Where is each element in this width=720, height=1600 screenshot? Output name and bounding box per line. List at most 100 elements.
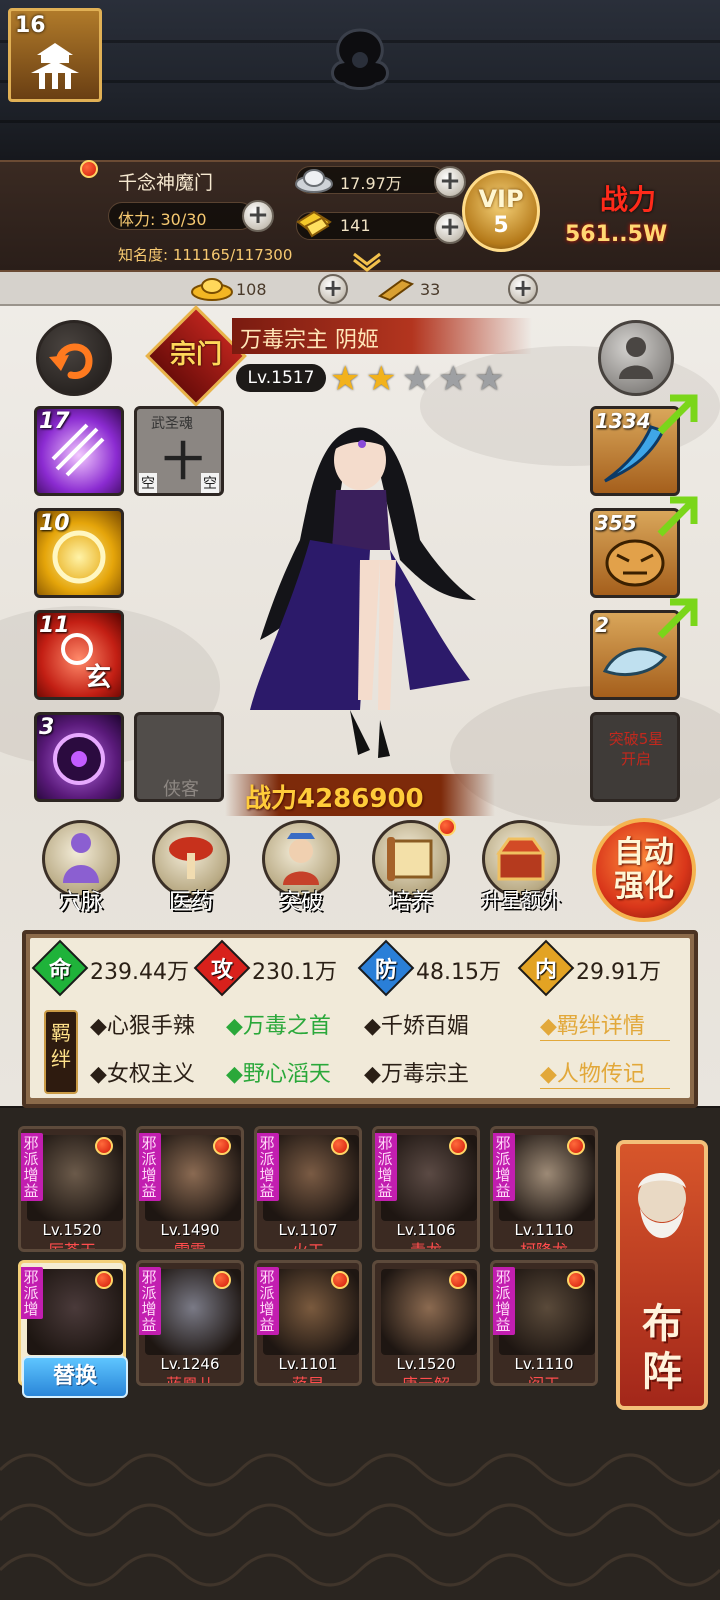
team-hero-card[interactable]: 邪派增益 Lv.1106 青龙 [372, 1126, 480, 1252]
total-power-value: 561..5W [565, 222, 668, 247]
ingot-add-button[interactable]: + [318, 274, 348, 304]
notification-dot [449, 1271, 467, 1289]
hero-level: Lv.1517 [236, 364, 326, 392]
team-hero-card[interactable]: 邪派增益 Lv.1107 火工 [254, 1126, 362, 1252]
skill-slot-3[interactable]: 11 玄 [34, 610, 124, 700]
upgrade-arrow-icon [657, 394, 698, 435]
bond-detail-underline [540, 1040, 670, 1041]
hero-portrait [250, 427, 476, 758]
player-level-badge[interactable]: 16 [8, 8, 102, 102]
skill-slot-4[interactable]: 3 [34, 712, 124, 802]
team-hero-card[interactable]: 邪派增益 Lv.1490 雷震 [136, 1126, 244, 1252]
team-hero-card[interactable]: 邪派增益 Lv.1101 蒋昆 [254, 1260, 362, 1386]
resource-bar [0, 272, 720, 306]
locked-slot-label: 突破5星开启 [608, 730, 664, 768]
team-hero-card[interactable]: 邪派增益 Lv.1520 厉苍天 [18, 1126, 126, 1252]
martial-soul-slot[interactable]: 武圣魂 十 空 空 [134, 406, 224, 496]
hero-card-name: 柯降龙 [519, 1241, 568, 1252]
notification-dot [213, 1271, 231, 1289]
hp-value: 239.44万 [90, 960, 189, 985]
elder-portrait-icon [638, 1173, 686, 1238]
faction-buff-tag: 邪派增益 [21, 1133, 43, 1201]
star-empty-icon: ★ [474, 359, 505, 399]
faction-buff-tag: 邪派增益 [257, 1133, 279, 1201]
cultivate-label: 培养 [388, 890, 433, 915]
bond-detail-link[interactable]: ◆羁绊详情 [540, 1008, 645, 1040]
hero-card-name: 火工 [291, 1241, 324, 1252]
auto-enhance-label: 自动强化 [592, 836, 696, 904]
notification-dot [213, 1137, 231, 1155]
star-extra-label: 升星额外 [481, 888, 561, 912]
deploy-label: 布阵 [616, 1300, 708, 1396]
faction-buff-tag: 邪派增 [21, 1267, 43, 1319]
hero-card-name: 厉苍天 [47, 1241, 96, 1252]
defense-icon-label: 防 [374, 958, 397, 983]
notification-dot [567, 1137, 585, 1155]
star-filled-icon: ★ [330, 359, 361, 399]
notification-dot [95, 1271, 113, 1289]
silver-add-button[interactable]: + [434, 166, 466, 198]
hero-card-name: 蓝凰儿 [165, 1375, 214, 1386]
skill-slot-1[interactable]: 17 [34, 406, 124, 496]
sect-emblem-text: 宗门 [169, 340, 222, 370]
bond-item: ◆千娇百媚 [364, 1014, 469, 1039]
token-add-button[interactable]: + [508, 274, 538, 304]
star-filled-icon: ★ [366, 359, 397, 399]
team-hero-card[interactable]: 邪派增益 Lv.1110 柯降龙 [490, 1126, 598, 1252]
swirl-skill-icon [52, 530, 106, 584]
team-hero-card[interactable]: 邪派增益 Lv.1246 蓝凰儿 [136, 1260, 244, 1386]
roof-banner [0, 0, 720, 160]
silver-ingot-icon [295, 169, 333, 193]
pagoda-icon [31, 43, 79, 89]
faction-buff-tag: 邪派增益 [257, 1267, 279, 1335]
stamina-add-button[interactable]: + [242, 200, 274, 232]
flame-skill-icon [61, 633, 93, 665]
gold-ingot-icon [296, 210, 332, 238]
upgrade-arrow-icon [657, 496, 698, 537]
meridian-label: 穴脉 [58, 890, 103, 915]
deploy-text: 布阵 [642, 1301, 682, 1395]
notification-dot [80, 160, 98, 178]
faction-buff-tag: 邪派增益 [375, 1133, 397, 1201]
bond-tag-text: 羁绊 [51, 1021, 71, 1071]
token-value: 33 [420, 280, 441, 299]
replace-button[interactable]: 替换 [22, 1356, 128, 1398]
expand-chevron-icon[interactable] [350, 252, 384, 272]
breakthrough-label: 突破 [278, 890, 323, 915]
hp-icon-label: 命 [48, 958, 71, 983]
locked-slot[interactable]: 突破5星开启 [590, 712, 680, 802]
back-button[interactable] [36, 320, 112, 396]
ingot-value: 108 [236, 280, 267, 299]
defense-value: 48.15万 [416, 960, 501, 985]
team-hero-card[interactable]: Lv.1520 唐元解 [372, 1260, 480, 1386]
vip-label: VIP [478, 185, 524, 213]
vip-badge[interactable]: VIP 5 [462, 170, 540, 252]
bond-tag: 羁绊 [44, 1010, 78, 1094]
skill-slot-2[interactable]: 10 [34, 508, 124, 598]
gold-add-button[interactable]: + [434, 212, 466, 244]
biography-underline [540, 1088, 670, 1089]
notification-dot [331, 1137, 349, 1155]
hero-card-name: 阎王 [527, 1375, 560, 1386]
bond-item: ◆女权主义 [90, 1062, 195, 1087]
cloud-ornament-icon [331, 28, 389, 90]
star-empty-icon: ★ [402, 359, 433, 399]
statue-icon [619, 337, 653, 379]
faction-buff-tag: 邪派增益 [139, 1133, 161, 1201]
companion-slot[interactable]: 侠客 [134, 712, 224, 802]
wave-pattern [0, 1453, 720, 1587]
attack-value: 230.1万 [252, 960, 337, 985]
notification-dot [567, 1271, 585, 1289]
statue-button[interactable] [598, 320, 674, 396]
notification-dot [449, 1137, 467, 1155]
team-hero-card[interactable]: 邪派增益 Lv.1110 阎王 [490, 1260, 598, 1386]
bond-item: ◆心狠手辣 [90, 1014, 195, 1039]
total-power-label: 战力 [600, 183, 657, 216]
hero-name: 万毒宗主 阴姬 [240, 328, 379, 353]
cultivate-notification-dot [438, 818, 456, 836]
notification-dot [95, 1137, 113, 1155]
faction-buff-tag: 邪派增益 [493, 1267, 515, 1335]
hero-power: 战力4286900 [245, 784, 424, 814]
inner-value: 29.91万 [576, 960, 661, 985]
biography-link[interactable]: ◆人物传记 [540, 1056, 645, 1088]
